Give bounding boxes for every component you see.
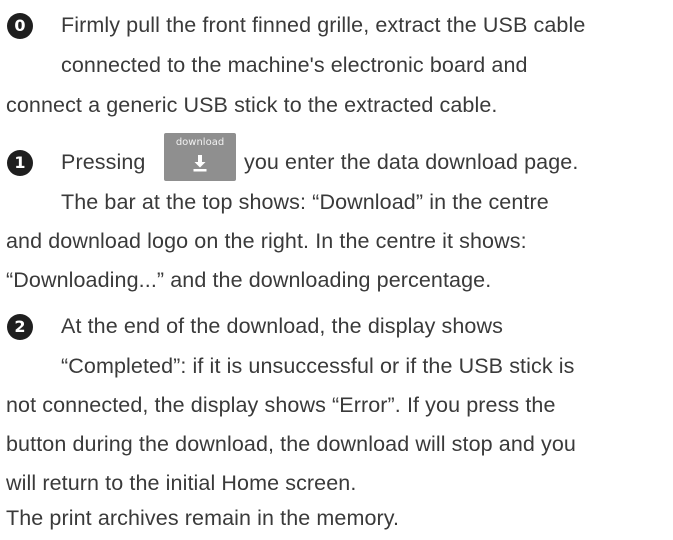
step-1-line-1: The bar at the top shows: “Download” in … — [61, 190, 549, 214]
step-0-line-3: connect a generic USB stick to the extra… — [6, 93, 498, 117]
step-0-line-1: Firmly pull the front finned grille, ext… — [61, 13, 586, 37]
step-0-badge: 0 — [7, 13, 33, 39]
step-1-intro-before: Pressing — [61, 150, 146, 174]
step-2-line-4: button during the download, the download… — [6, 432, 576, 456]
step-2-line-1: At the end of the download, the display … — [61, 314, 503, 338]
step-2-badge: 2 — [7, 314, 33, 340]
step-0-line-2: connected to the machine's electronic bo… — [61, 53, 528, 77]
download-button-label: download — [175, 137, 225, 148]
step-2-line-2: “Completed”: if it is unsuccessful or if… — [61, 354, 575, 378]
download-arrow-icon — [193, 155, 207, 172]
step-1-line-3: “Downloading...” and the downloading per… — [6, 268, 492, 292]
step-1-badge: 1 — [7, 150, 33, 176]
step-2-line-3: not connected, the display shows “Error”… — [6, 393, 556, 417]
step-1-line-2: and download logo on the right. In the c… — [6, 229, 527, 253]
instructions-page: 0 Firmly pull the front finned grille, e… — [0, 0, 673, 540]
step-2-line-5: will return to the initial Home screen. — [6, 471, 357, 495]
download-button[interactable]: download — [164, 133, 236, 181]
step-2-line-6: The print archives remain in the memory. — [6, 506, 400, 530]
step-1-intro-after: you enter the data download page. — [244, 150, 579, 174]
